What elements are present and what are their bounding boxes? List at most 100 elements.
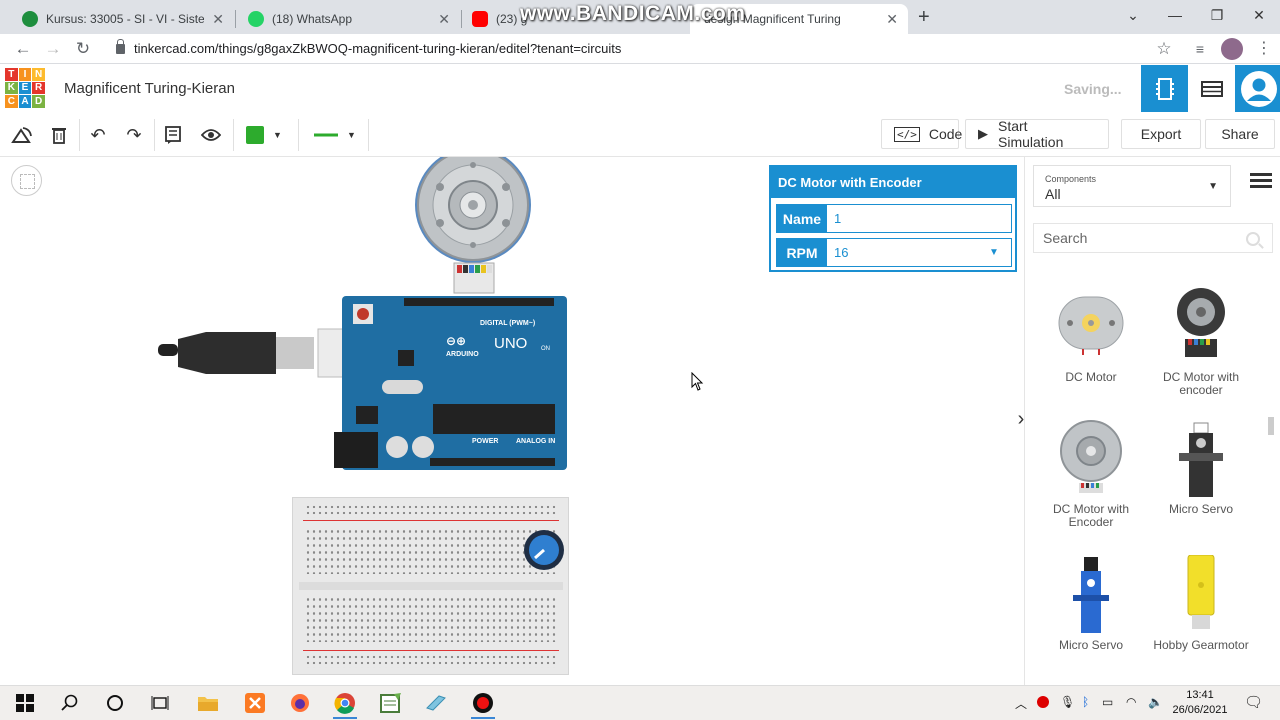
circuit-canvas[interactable]: DIGITAL (PWM~) ⊖⊕ ARDUINO UNO ON POWER A…	[0, 157, 1024, 685]
tab-search-icon[interactable]: ⌄	[1112, 0, 1154, 30]
list-view-icon[interactable]	[1250, 173, 1272, 191]
reset-button[interactable]	[353, 304, 373, 324]
component-micro-servo[interactable]: Micro Servo	[1036, 555, 1146, 652]
browser-tab[interactable]: (18) WhatsApp ✕	[238, 4, 460, 34]
panel-scrollbar[interactable]	[1268, 417, 1274, 435]
circuit-view-button[interactable]	[1141, 65, 1188, 112]
chrome-icon[interactable]	[330, 690, 360, 719]
system-clock[interactable]: 13:41 26/06/2021	[1172, 688, 1228, 718]
rotate-icon[interactable]	[8, 121, 36, 149]
wire-type-icon	[314, 133, 339, 137]
file-explorer-icon[interactable]	[193, 690, 223, 716]
atmega-chip	[433, 404, 555, 434]
xampp-icon[interactable]	[240, 690, 270, 716]
components-filter-label: Components	[1045, 174, 1097, 184]
tray-overflow-icon[interactable]: ︿	[1015, 695, 1027, 712]
bluetooth-icon[interactable]: ᛒ	[1082, 695, 1089, 709]
components-panel: Components All ▼ DC Motor DC Motor with …	[1024, 157, 1280, 685]
editor-app-icon[interactable]	[376, 690, 406, 716]
back-icon[interactable]: ←	[11, 38, 35, 60]
whatsapp-favicon-icon	[248, 11, 264, 27]
components-filter-select[interactable]: Components All ▼	[1033, 165, 1231, 207]
center-channel	[299, 582, 563, 590]
more-menu-icon[interactable]: ⋮	[1252, 38, 1276, 60]
potentiometer-part[interactable]	[522, 528, 566, 572]
search-icon[interactable]	[55, 690, 85, 716]
tinkercad-logo[interactable]: T I N K E R C A D	[5, 68, 45, 108]
name-field[interactable]: 1	[827, 205, 1011, 232]
wire-type-picker[interactable]: ▼	[308, 121, 362, 149]
logo-letter: R	[32, 81, 45, 95]
chevron-down-icon: ▼	[347, 130, 356, 140]
battery-icon[interactable]: ▭	[1102, 695, 1113, 709]
chevron-down-icon[interactable]: ▼	[989, 239, 1011, 266]
dc-motor-icon	[1058, 296, 1124, 355]
url-text: tinkercad.com/things/g8gaxZkBWOQ-magnifi…	[134, 41, 622, 56]
bandicam-record-icon[interactable]	[468, 690, 498, 719]
close-tab-icon[interactable]: ✕	[886, 11, 898, 28]
visibility-eye-icon[interactable]	[197, 121, 225, 149]
component-label: Micro Servo	[1168, 502, 1233, 516]
design-title[interactable]: Magnificent Turing-Kieran	[64, 80, 235, 97]
forward-icon[interactable]: →	[41, 38, 65, 60]
tab-divider	[235, 10, 236, 28]
reload-icon[interactable]: ↻	[71, 38, 95, 60]
delete-icon[interactable]	[45, 121, 73, 149]
browser-tab[interactable]: Kursus: 33005 - SI - VI - Sistem M ✕	[12, 4, 234, 34]
task-view-icon[interactable]	[145, 690, 175, 716]
start-simulation-button[interactable]: ▶ Start Simulation	[965, 118, 1109, 150]
close-tab-icon[interactable]: ✕	[438, 11, 450, 28]
bookmark-star-icon[interactable]: ☆	[1152, 38, 1176, 60]
component-list-icon	[1200, 80, 1223, 97]
microphone-icon[interactable]: 🎙	[1060, 695, 1075, 709]
schematic-view-button[interactable]	[1188, 65, 1235, 112]
firefox-icon[interactable]	[285, 690, 315, 716]
browser-tab-strip: Kursus: 33005 - SI - VI - Sistem M ✕ (18…	[0, 0, 1280, 34]
share-button[interactable]: Share	[1205, 119, 1275, 149]
volume-icon[interactable]: 🔈	[1148, 695, 1163, 709]
user-avatar-icon	[1240, 70, 1277, 107]
power-rail-bottom	[305, 654, 557, 668]
media-control-icon[interactable]: ≡	[1188, 38, 1212, 60]
collapse-panel-chevron-icon[interactable]: ›	[1012, 399, 1024, 439]
user-avatar-button[interactable]	[1235, 65, 1280, 112]
component-dc-motor-with-encoder[interactable]: DC Motor with Encoder	[1036, 419, 1146, 529]
tab-title: (18) WhatsApp	[272, 12, 353, 26]
url-field[interactable]: tinkercad.com/things/g8gaxZkBWOQ-magnifi…	[116, 39, 622, 56]
terminal-strip-top	[305, 528, 557, 574]
new-tab-icon[interactable]: +	[918, 6, 930, 29]
rail-line	[303, 520, 559, 521]
toolbar-divider	[233, 119, 234, 151]
component-micro-servo[interactable]: Micro Servo	[1146, 419, 1256, 516]
analog-label: ANALOG IN	[516, 438, 556, 445]
undo-icon[interactable]: ↶	[84, 121, 112, 149]
breadboard[interactable]	[292, 497, 569, 675]
record-indicator-icon[interactable]	[1037, 696, 1049, 708]
tab-title: Kursus: 33005 - SI - VI - Sistem M	[46, 12, 205, 26]
arduino-uno-board[interactable]: DIGITAL (PWM~) ⊖⊕ ARDUINO UNO ON POWER A…	[334, 296, 567, 470]
wire-color-picker[interactable]: ▼	[242, 121, 286, 149]
export-button[interactable]: Export	[1121, 119, 1201, 149]
close-tab-icon[interactable]: ✕	[212, 11, 224, 28]
logo-letter: C	[5, 95, 18, 108]
notes-icon[interactable]	[159, 121, 187, 149]
redo-icon[interactable]: ↷	[120, 121, 148, 149]
restore-icon[interactable]: ❐	[1196, 0, 1238, 30]
code-button[interactable]: </> Code	[881, 119, 962, 149]
app-icon[interactable]	[421, 690, 451, 716]
component-dc-motor-encoder[interactable]: DC Motor with encoder	[1146, 281, 1256, 397]
usb-chip	[398, 350, 414, 366]
dc-motor-encoder-part[interactable]	[410, 157, 540, 297]
component-dc-motor[interactable]: DC Motor	[1036, 287, 1146, 384]
rpm-select[interactable]: 16	[827, 239, 989, 266]
component-hobby-gearmotor[interactable]: Hobby Gearmotor	[1146, 554, 1256, 652]
fit-view-button[interactable]	[11, 165, 42, 196]
notifications-icon[interactable]: 🗨	[1244, 693, 1263, 711]
wifi-icon[interactable]: ◠	[1126, 695, 1136, 709]
windows-start-icon[interactable]	[10, 690, 40, 716]
minimize-icon[interactable]: —	[1154, 0, 1196, 30]
profile-avatar[interactable]	[1221, 38, 1243, 60]
close-window-icon[interactable]: ✕	[1238, 0, 1280, 30]
component-search-input[interactable]	[1033, 223, 1273, 253]
cortana-icon[interactable]	[100, 690, 130, 716]
